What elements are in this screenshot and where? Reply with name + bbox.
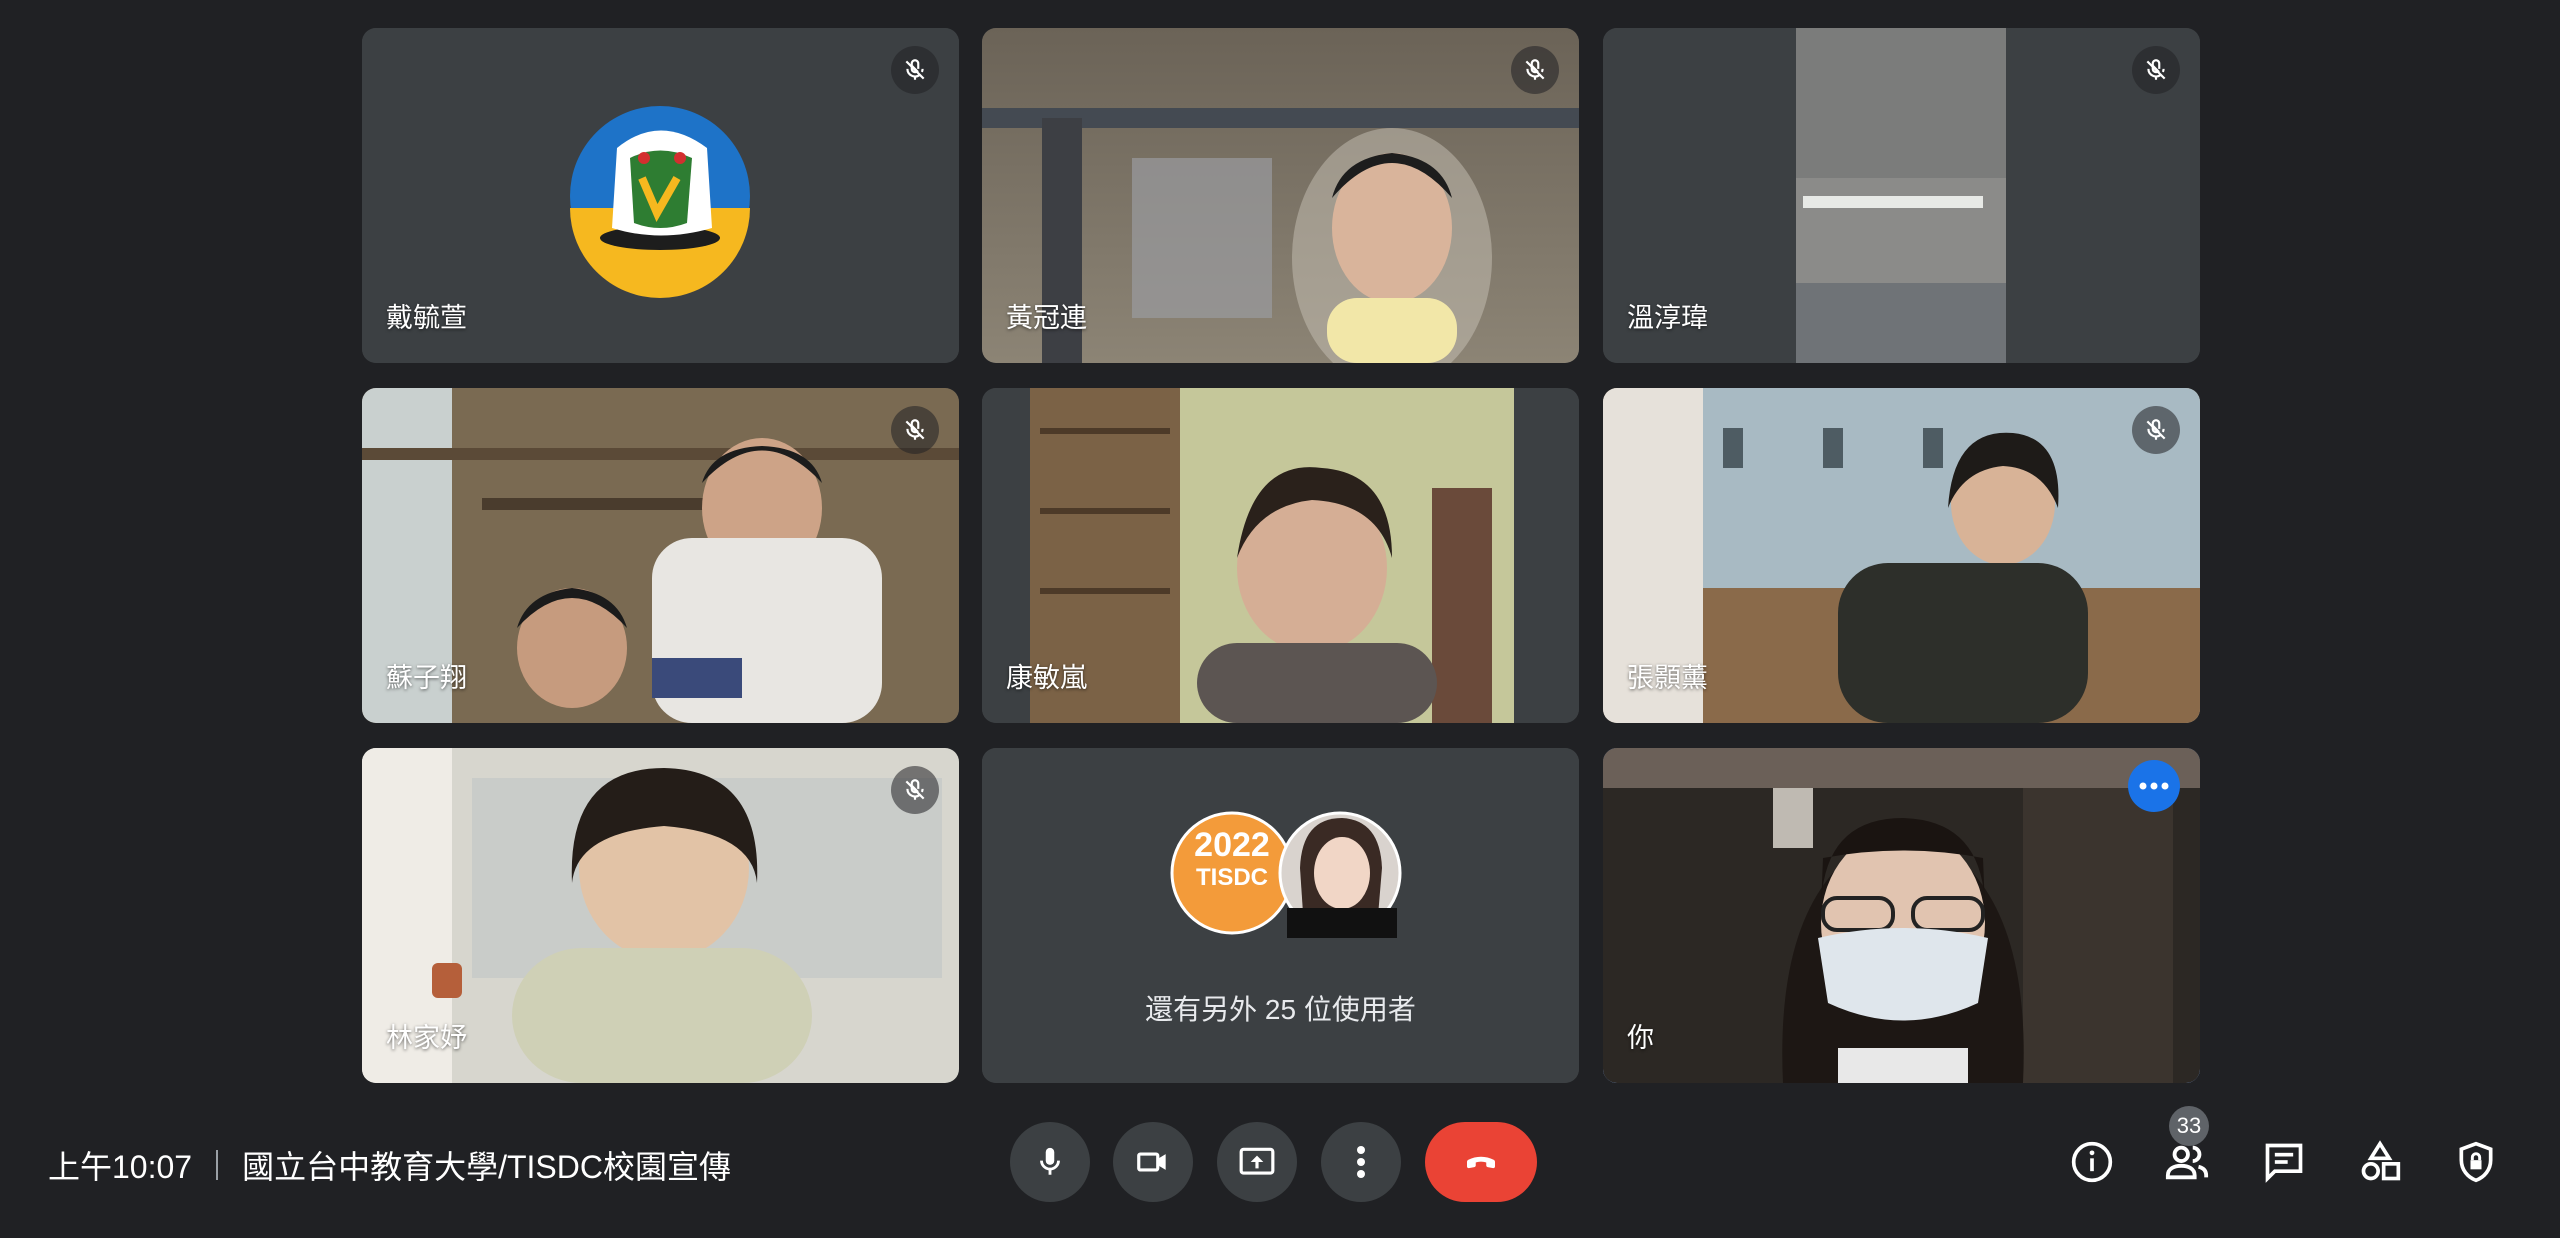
mic-off-icon	[891, 46, 939, 94]
meeting-info: 上午10:07 國立台中教育大學/TISDC校園宣傳	[48, 1142, 731, 1188]
others-count-label: 還有另外 25 位使用者	[1145, 994, 1416, 1025]
microphone-button[interactable]	[1010, 1122, 1090, 1202]
videocam-icon	[1137, 1152, 1166, 1172]
participant-tile[interactable]: 溫淳瑋	[1603, 28, 2200, 363]
participant-name: 你	[1627, 1023, 1654, 1053]
more-options-button[interactable]	[1321, 1122, 1401, 1202]
meeting-time: 上午10:07	[48, 1149, 193, 1185]
participant-name: 張顥薰	[1627, 663, 1708, 693]
mic-off-icon	[891, 406, 939, 454]
chat-button[interactable]	[2250, 1128, 2318, 1196]
present-screen-button[interactable]	[1217, 1122, 1297, 1202]
chat-icon	[2265, 1143, 2303, 1183]
call-end-icon	[1467, 1156, 1495, 1169]
participant-name: 蘇子翔	[386, 663, 467, 693]
participant-tile[interactable]: 戴毓萱	[362, 28, 959, 363]
activities-icon	[2361, 1140, 2401, 1181]
info-icon	[2071, 1141, 2113, 1183]
participant-tile[interactable]: 林家妤	[362, 748, 959, 1083]
divider	[216, 1150, 219, 1180]
mic-off-icon	[2132, 46, 2180, 94]
shield-lock-icon	[2459, 1141, 2493, 1183]
participant-name: 林家妤	[386, 1023, 467, 1053]
host-controls-button[interactable]	[2442, 1128, 2510, 1196]
microphone-icon	[1040, 1147, 1060, 1175]
tisdc-label: TISDC	[1196, 864, 1268, 891]
participant-name: 黃冠連	[1006, 303, 1087, 333]
participant-grid: 戴毓萱 黃冠連 溫淳瑋 蘇子翔 康敏嵐 張顥薰 林家妤 2022 TISDC 還…	[0, 0, 2560, 1100]
bottom-toolbar: 上午10:07 國立台中教育大學/TISDC校園宣傳 33	[0, 1100, 2560, 1238]
participant-tile[interactable]: 蘇子翔	[362, 388, 959, 723]
tisdc-avatar: 2022 TISDC	[1172, 828, 1292, 890]
mic-off-icon	[1511, 46, 1559, 94]
others-avatars	[982, 748, 1579, 1083]
participant-name: 戴毓萱	[386, 303, 467, 333]
others-tile[interactable]: 2022 TISDC 還有另外 25 位使用者	[982, 748, 1579, 1083]
people-count-badge: 33	[2169, 1106, 2209, 1146]
participant-name: 溫淳瑋	[1627, 303, 1708, 333]
meeting-title: 國立台中教育大學/TISDC校園宣傳	[242, 1149, 731, 1185]
more-vert-icon	[1357, 1146, 1365, 1178]
participant-tile[interactable]: 黃冠連	[982, 28, 1579, 363]
participant-name: 康敏嵐	[1006, 663, 1087, 693]
mic-off-icon	[2132, 406, 2180, 454]
mic-off-icon	[891, 766, 939, 814]
present-icon	[1239, 1147, 1275, 1175]
participant-tile[interactable]: 張顥薰	[1603, 388, 2200, 723]
tisdc-year: 2022	[1194, 826, 1270, 864]
meeting-details-button[interactable]	[2058, 1128, 2126, 1196]
camera-button[interactable]	[1113, 1122, 1193, 1202]
activities-button[interactable]	[2346, 1128, 2414, 1196]
self-tile[interactable]: 你	[1603, 748, 2200, 1083]
self-video	[1603, 748, 2200, 1083]
leave-call-button[interactable]	[1425, 1122, 1537, 1202]
participant-tile[interactable]: 康敏嵐	[982, 388, 1579, 723]
more-options-icon[interactable]	[2128, 760, 2180, 812]
